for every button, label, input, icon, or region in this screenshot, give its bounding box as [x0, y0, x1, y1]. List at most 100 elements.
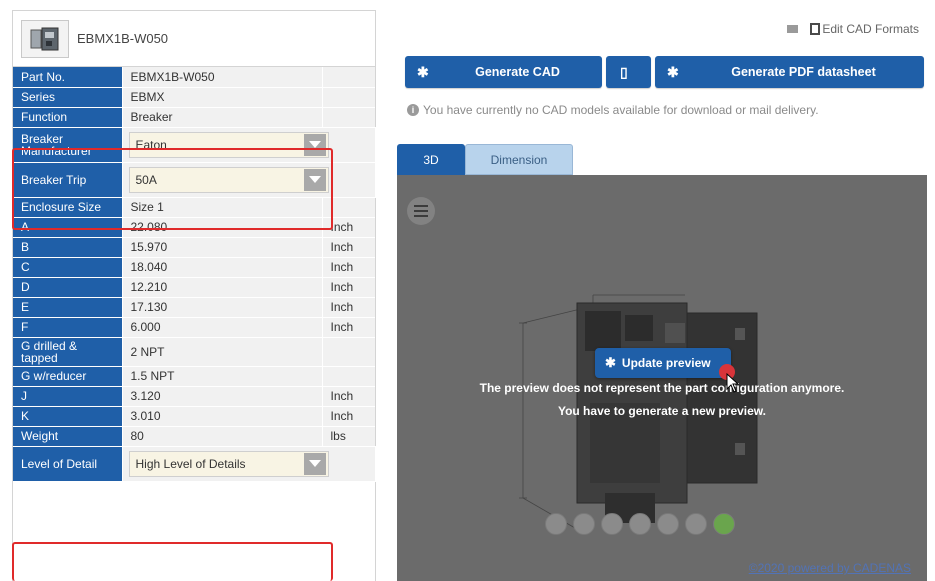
gear-icon: ✱ — [605, 355, 616, 370]
property-label: Weight — [13, 426, 123, 447]
property-label: Series — [13, 87, 123, 108]
property-label: K — [13, 406, 123, 427]
document-gear-icon[interactable] — [810, 23, 821, 35]
property-value: High Level of Details — [122, 446, 376, 482]
property-value: 18.040 — [122, 257, 323, 278]
update-preview-button[interactable]: ✱ Update preview — [595, 348, 731, 378]
preview-outdated-message: The preview does not represent the part … — [479, 381, 845, 395]
property-value: 3.120 — [122, 386, 323, 407]
property-row: J 3.120 Inch — [13, 386, 375, 407]
list-menu-icon[interactable] — [407, 197, 435, 225]
property-row: K 3.010 Inch — [13, 406, 375, 427]
property-label: Function — [13, 107, 123, 128]
property-label: B — [13, 237, 123, 258]
property-label: A — [13, 217, 123, 238]
property-unit — [322, 67, 375, 88]
part-title: EBMX1B-W050 — [77, 31, 169, 46]
property-value: 80 — [122, 426, 323, 447]
property-row: G w/reducer 1.5 NPT — [13, 366, 375, 387]
part-properties-panel: EBMX1B-W050 Part No. EBMX1B-W050 Series EBM… — [12, 10, 376, 581]
mail-icon[interactable] — [787, 25, 799, 33]
generate-pdf-button[interactable]: ✱ Generate PDF datasheet — [655, 56, 924, 88]
cube-wireframe-icon[interactable] — [629, 513, 651, 535]
property-label: Enclosure Size — [13, 197, 123, 218]
property-unit: Inch — [322, 297, 375, 318]
property-row: Level of Detail High Level of Details — [13, 446, 376, 482]
property-unit — [322, 107, 375, 128]
property-label: C — [13, 257, 123, 278]
property-select[interactable]: Eaton — [128, 131, 329, 158]
property-select[interactable]: High Level of Details — [128, 450, 329, 477]
property-row: A 22.080 Inch — [13, 217, 375, 238]
chevron-down-icon[interactable] — [303, 133, 326, 156]
property-unit: Inch — [322, 217, 375, 238]
property-unit: Inch — [322, 386, 375, 407]
property-value: 3.010 — [122, 406, 323, 427]
pdf-gear-icon: ✱ — [667, 63, 679, 80]
property-unit: Inch — [322, 277, 375, 298]
update-preview-label: Update preview — [621, 356, 711, 370]
property-label: E — [13, 297, 123, 318]
part-header: EBMX1B-W050 — [13, 11, 375, 67]
property-value: 6.000 — [122, 317, 323, 338]
property-value: Size 1 — [122, 197, 323, 218]
part-thumbnail — [21, 19, 69, 58]
property-unit: Inch — [322, 406, 375, 427]
select-value: 50A — [135, 172, 157, 187]
property-row: D 12.210 Inch — [13, 277, 375, 298]
generate-cad-button[interactable]: ✱ Generate CAD — [405, 56, 602, 88]
properties-table: Part No. EBMX1B-W050 Series EBMX Function Bre… — [13, 67, 376, 482]
property-value: 15.970 — [122, 237, 323, 258]
property-value: EBMX1B-W050 — [122, 67, 323, 88]
property-unit — [322, 337, 375, 367]
property-row: Function Breaker — [13, 107, 375, 128]
cad-preview-viewport[interactable]: ✱ Update preview The preview does not re… — [397, 175, 927, 581]
chevron-down-icon[interactable] — [303, 168, 326, 191]
generate-cad-label: Generate CAD — [475, 65, 560, 79]
color-cube-icon[interactable] — [713, 513, 735, 535]
info-message: i You have currently no CAD models avail… — [407, 103, 819, 117]
measure-icon[interactable] — [545, 513, 567, 535]
property-row: Enclosure Size Size 1 — [13, 197, 375, 218]
select-value: Eaton — [135, 137, 167, 152]
property-row: B 15.970 Inch — [13, 237, 375, 258]
property-row: E 17.130 Inch — [13, 297, 375, 318]
property-value: Eaton — [122, 127, 376, 163]
property-label: Breaker Trip — [13, 162, 123, 198]
property-unit: lbs — [322, 426, 375, 447]
property-label: F — [13, 317, 123, 338]
download-file-button[interactable]: ▯ — [606, 56, 651, 88]
preview-generate-hint: You have to generate a new preview. — [557, 404, 767, 418]
tab-dimension[interactable]: Dimension — [465, 144, 573, 175]
chevron-down-icon[interactable] — [303, 452, 326, 475]
tab-3d[interactable]: 3D — [397, 144, 465, 175]
property-unit: Inch — [322, 317, 375, 338]
property-label: Part No. — [13, 67, 123, 88]
layers-icon[interactable] — [657, 513, 679, 535]
property-label: G drilled & tapped — [13, 337, 123, 367]
file-download-icon: ▯ — [620, 63, 628, 80]
explode-icon[interactable] — [601, 513, 623, 535]
gear-icon: ✱ — [417, 63, 429, 80]
cube-shaded-icon[interactable] — [573, 513, 595, 535]
property-value: 17.130 — [122, 297, 323, 318]
property-label: G w/reducer — [13, 366, 123, 387]
property-row: Weight 80 lbs — [13, 426, 375, 447]
property-unit — [322, 87, 375, 108]
info-icon: i — [407, 104, 419, 116]
powered-by-link[interactable]: ©2020 powered by CADENAS — [749, 561, 911, 575]
property-value: 2 NPT — [122, 337, 323, 367]
property-unit — [322, 197, 375, 218]
property-unit — [322, 366, 375, 387]
select-value: High Level of Details — [135, 456, 246, 471]
property-row: C 18.040 Inch — [13, 257, 375, 278]
property-select[interactable]: 50A — [128, 166, 329, 193]
property-value: 22.080 — [122, 217, 323, 238]
edit-cad-formats-link[interactable]: Edit CAD Formats — [822, 22, 919, 36]
property-label: Breaker Manufacturer — [13, 127, 123, 163]
cube-solid-icon[interactable] — [685, 513, 707, 535]
property-row: Part No. EBMX1B-W050 — [13, 67, 375, 88]
app-root: EBMX1B-W050 Part No. EBMX1B-W050 Series EBM… — [0, 0, 935, 581]
property-unit: Inch — [322, 237, 375, 258]
property-row: Breaker Manufacturer Eaton — [13, 127, 376, 163]
